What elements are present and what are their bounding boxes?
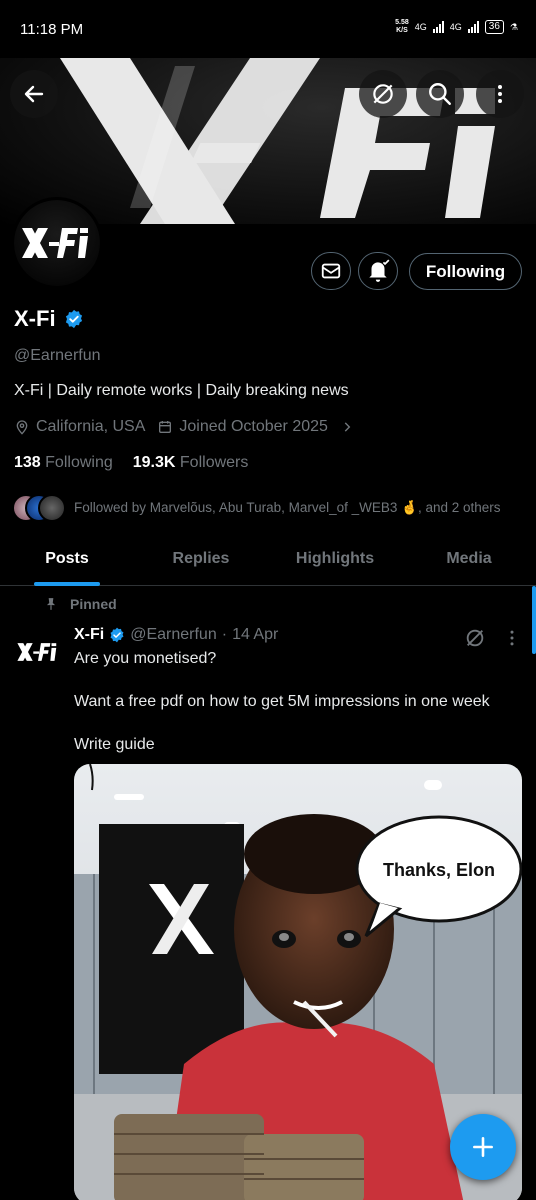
battery-indicator: 36 [484,20,504,34]
post-header: X-Fi @Earnerfun · 14 Apr [74,626,278,644]
following-count-link[interactable]: 138 Following [14,454,113,472]
post-text-line-1: Are you monetised? [74,650,217,667]
verified-icon[interactable] [64,309,84,329]
profile-name-row: X-Fi [14,306,84,332]
search-icon [429,83,451,105]
message-icon [321,263,341,279]
status-time: 11:18 PM [20,21,84,38]
compose-plus-icon [473,1137,493,1157]
more-vertical-icon[interactable] [502,628,522,648]
pinned-label: Pinned [44,596,117,612]
post-text-line-3: Write guide [74,736,155,753]
scrollbar[interactable] [532,586,536,654]
following-button[interactable]: Following [409,253,522,290]
notifications-button[interactable] [358,252,398,290]
profile-handle: @Earnerfun [14,347,101,364]
profile-avatar[interactable] [11,197,103,289]
pin-icon [46,598,56,610]
followed-by-text: Followed by Marvelõus, Abu Turab, Marvel… [74,500,501,515]
compose-button[interactable] [450,1114,516,1180]
location-icon [16,420,28,435]
joined-text: Joined October 2025 [179,418,328,435]
tab-replies[interactable]: Replies [134,532,268,585]
grok-button[interactable] [359,70,407,118]
joined-date: Joined October 2025 [157,418,328,436]
grok-icon [373,84,393,104]
profile-bio: X-Fi | Daily remote works | Daily breaki… [14,382,349,399]
status-indicators: 5.58 K/S 4G 4G 36 ⚗ [395,19,518,35]
speech-bubble-text: Thanks, Elon [382,860,496,880]
chevron-right-icon[interactable] [340,420,354,434]
followed-by[interactable]: Followed by Marvelõus, Abu Turab, Marvel… [12,494,501,522]
follower-avatars [12,494,66,522]
avatar [38,494,66,522]
location-text: California, USA [36,418,146,435]
search-button[interactable] [416,70,464,118]
more-vertical-icon [498,85,502,103]
more-button[interactable] [476,70,524,118]
tab-highlights[interactable]: Highlights [268,532,402,585]
status-bar: 11:18 PM 5.58 K/S 4G 4G 36 ⚗ [0,0,536,58]
post-avatar[interactable] [14,628,62,676]
network-type-2: 4G [449,22,462,32]
profile-banner[interactable] [0,58,536,224]
avatar-logo [22,228,88,258]
network-type-1: 4G [414,22,427,32]
location: California, USA [14,418,145,436]
network-speed: 5.58 K/S [395,19,409,34]
calendar-icon [159,421,172,433]
message-button[interactable] [311,252,351,290]
signal-icon [432,21,444,33]
profile-tabs: Posts Replies Highlights Media [0,532,536,586]
profile-name: X-Fi [14,306,56,331]
post-text-line-2: Want a free pdf on how to get 5M impress… [74,693,490,710]
bell-icon [369,259,390,282]
tab-posts[interactable]: Posts [0,532,134,585]
post-avatar-logo [17,643,57,661]
post-date: 14 Apr [232,626,279,643]
post-separator: · [221,626,228,643]
back-arrow-icon [24,85,44,103]
back-button[interactable] [10,70,58,118]
follow-counts: 138 Following 19.3K Followers [14,454,248,472]
post-author-handle: @Earnerfun [130,626,217,643]
verified-icon [110,627,124,643]
grok-icon[interactable] [464,627,486,649]
lab-icon: ⚗ [509,21,518,32]
signal-icon-2 [467,21,479,33]
followers-count-link[interactable]: 19.3K Followers [133,454,249,472]
profile-meta: California, USA Joined October 2025 [14,418,354,436]
tab-media[interactable]: Media [402,532,536,585]
post-author-name[interactable]: X-Fi [74,626,104,644]
